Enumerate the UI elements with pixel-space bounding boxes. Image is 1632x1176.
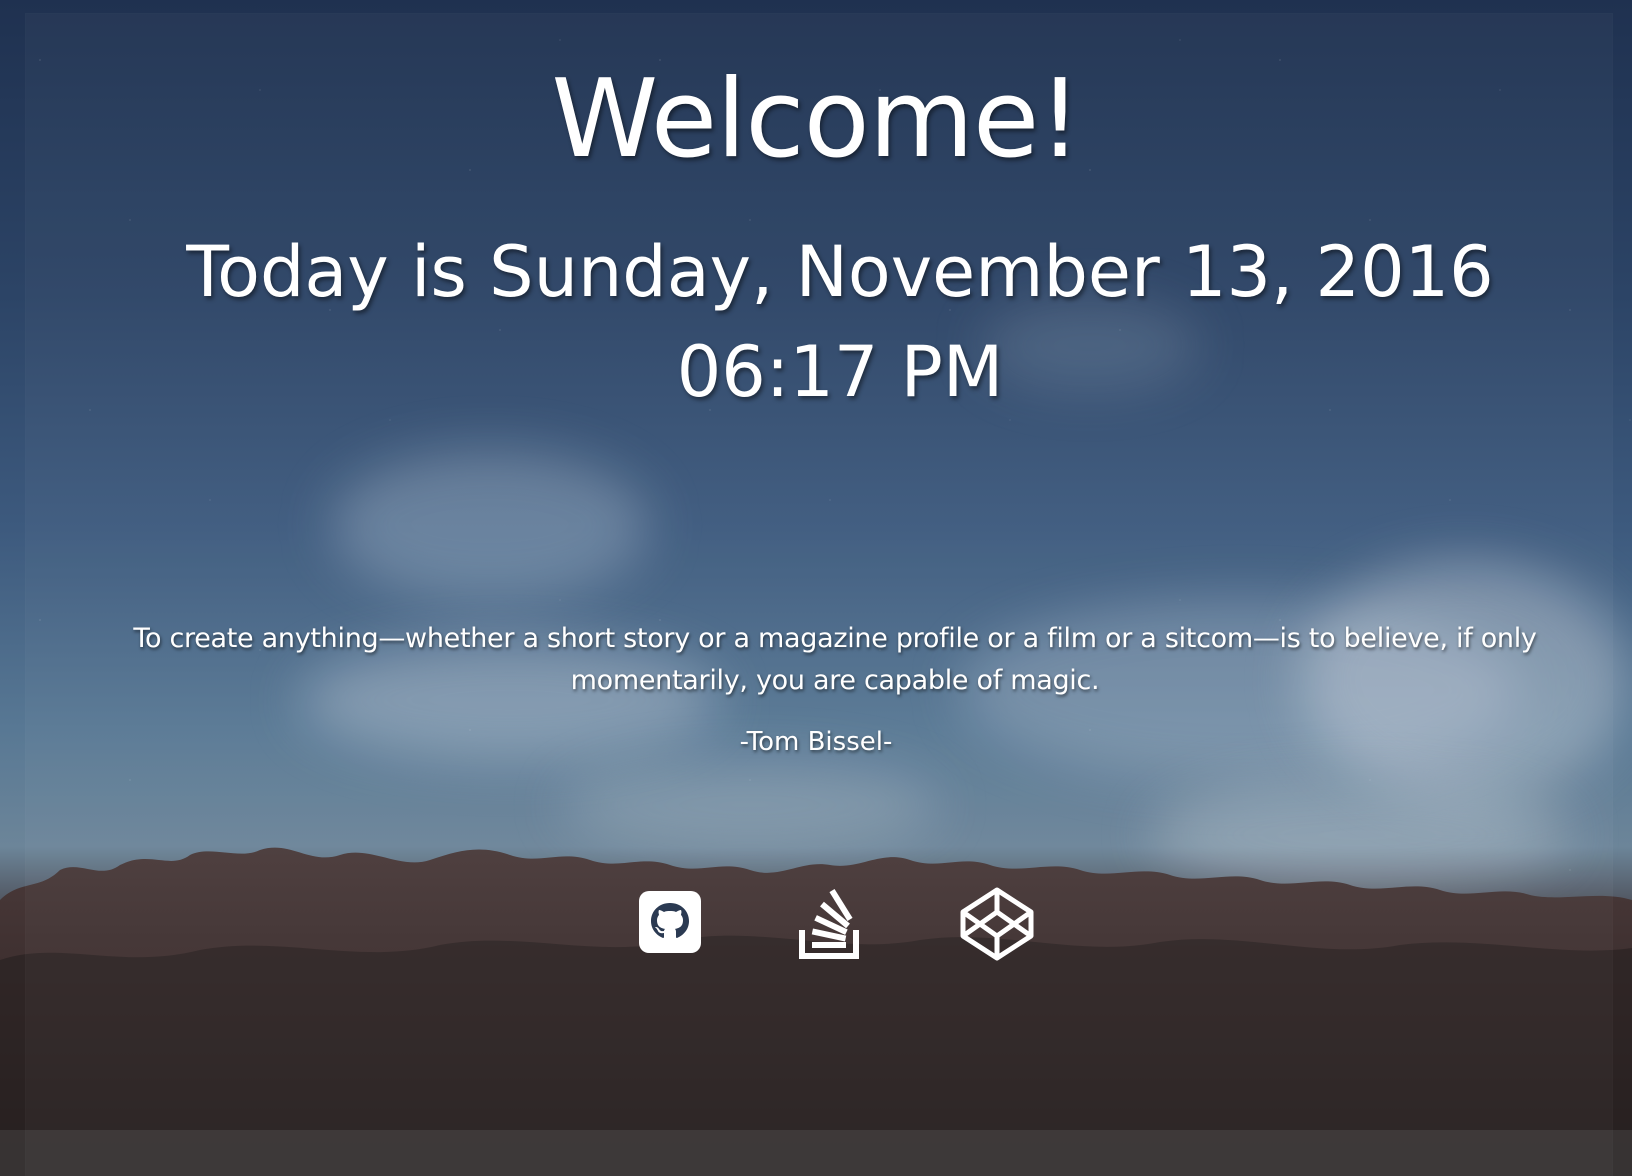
date-time-heading: Today is Sunday, November 13, 2016 06:17…	[186, 231, 1494, 413]
social-links	[0, 886, 1632, 962]
github-icon	[638, 890, 702, 956]
quote-text: To create anything—whether a short story…	[133, 623, 1537, 696]
quote-author: -Tom Bissel-	[739, 727, 893, 757]
github-link[interactable]	[638, 890, 702, 956]
stackoverflow-link[interactable]	[798, 886, 862, 960]
stackoverflow-icon	[798, 886, 862, 960]
codepen-icon	[959, 886, 1035, 962]
main-content: Welcome! Today is Sunday, November 13, 2…	[0, 0, 1632, 1176]
codepen-link[interactable]	[959, 886, 1035, 962]
welcome-heading: Welcome!	[551, 57, 1081, 182]
